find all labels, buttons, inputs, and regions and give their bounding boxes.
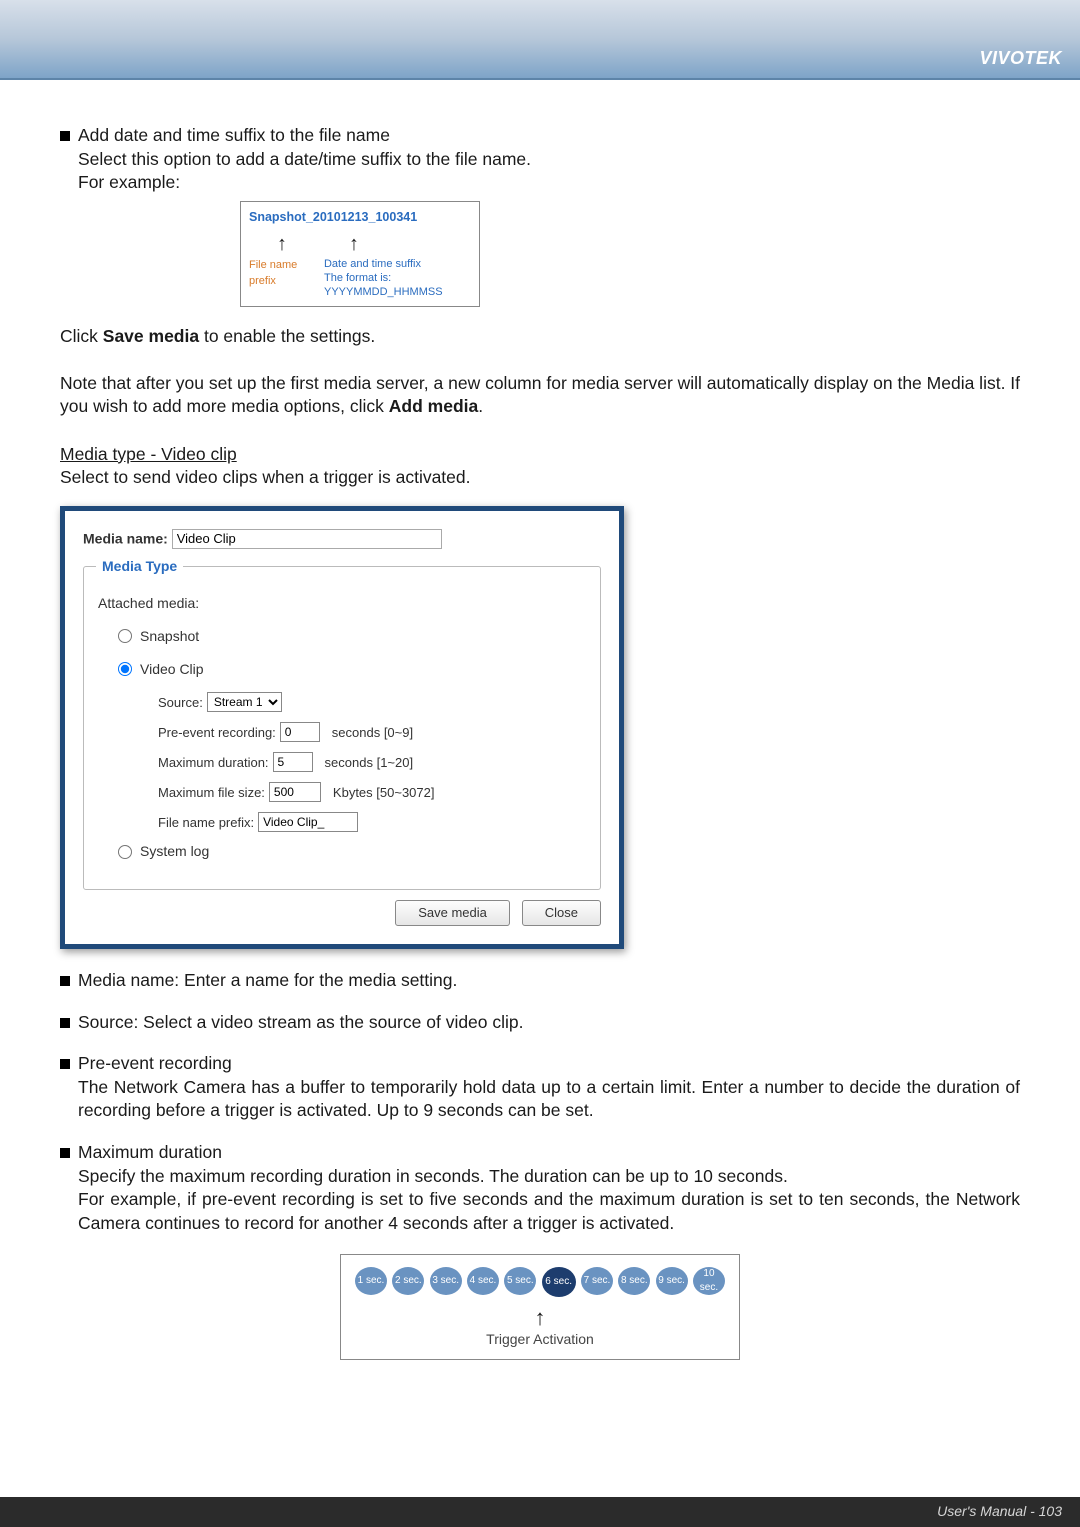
timeline-dot: 8 sec. [618,1267,650,1295]
page-footer: User's Manual - 103 [0,1497,1080,1527]
arrow-up-icon: ↑ [277,229,287,259]
media-type-fieldset: Media Type Attached media: Snapshot Vide… [83,557,601,890]
maxsize-input[interactable] [269,782,321,802]
timeline-diagram: 1 sec.2 sec.3 sec.4 sec.5 sec.6 sec.7 se… [340,1254,740,1361]
lower-bullets: Media name: Enter a name for the media s… [60,969,1020,1236]
timeline-dot: 7 sec. [581,1267,613,1295]
bullet-sub2: For example: [78,171,1020,195]
page-content: Add date and time suffix to the file nam… [0,80,1080,1360]
bullet-icon [60,131,70,141]
prefix-label: File name prefix: [158,814,254,832]
videoclip-details: Source: Stream 1 Pre-event recording: se… [158,692,588,832]
timeline-dot: 3 sec. [430,1267,462,1295]
source-label: Source: [158,694,203,712]
prefix-input[interactable] [258,812,358,832]
radio-snapshot[interactable] [118,629,132,643]
bullet-icon [60,1059,70,1069]
snapshot-filename: Snapshot_20101213_100341 [249,208,471,227]
timeline-dot: 6 sec. [542,1267,576,1297]
note-media-paragraph: Note that after you set up the first med… [60,372,1020,419]
timeline-dot: 1 sec. [355,1267,387,1295]
maxsize-label: Maximum file size: [158,784,265,802]
footer-text: User's Manual - 103 [937,1503,1062,1519]
bullet-add-suffix: Add date and time suffix to the file nam… [60,124,1020,195]
preevent-label: Pre-event recording: [158,724,276,742]
suffix-label: Date and time suffix The format is: YYYY… [324,257,471,300]
maxdur-input[interactable] [273,752,313,772]
close-button[interactable]: Close [522,900,601,926]
attached-media-label: Attached media: [98,594,588,613]
timeline-dot: 4 sec. [467,1267,499,1295]
option-snapshot[interactable]: Snapshot [118,627,588,646]
timeline-dot: 2 sec. [392,1267,424,1295]
bullet-preevent-title: Pre-event recording [78,1052,232,1076]
brand-label: VIVOTEK [979,48,1062,69]
bullet-icon [60,1148,70,1158]
option-videoclip[interactable]: Video Clip [118,660,588,679]
save-media-button[interactable]: Save media [395,900,510,926]
bullet-maxdur-l2: For example, if pre-event recording is s… [78,1188,1020,1235]
media-type-legend: Media Type [96,557,183,576]
media-name-label: Media name: [83,530,168,546]
maxsize-hint: Kbytes [50~3072] [333,784,435,802]
media-settings-panel: Media name: Media Type Attached media: S… [60,506,624,949]
radio-systemlog[interactable] [118,845,132,859]
bullet-media-name: Media name: Enter a name for the media s… [78,969,457,993]
source-select[interactable]: Stream 1 [207,692,282,712]
arrow-up-icon: ↑ [349,229,359,259]
timeline-dot: 10 sec. [693,1267,725,1295]
option-systemlog[interactable]: System log [118,842,588,861]
snapshot-example-box: Snapshot_20101213_100341 ↑ ↑ File name p… [240,201,480,307]
maxdur-label: Maximum duration: [158,754,269,772]
preevent-input[interactable] [280,722,320,742]
bullet-preevent-body: The Network Camera has a buffer to tempo… [78,1076,1020,1123]
option-systemlog-label: System log [140,842,209,861]
preevent-hint: seconds [0~9] [332,724,413,742]
trigger-activation-label: Trigger Activation [355,1330,725,1349]
bullet-icon [60,976,70,986]
bullet-maxdur-l1: Specify the maximum recording duration i… [78,1165,1020,1189]
media-type-heading: Media type - Video clip [60,444,237,464]
timeline-dot: 9 sec. [656,1267,688,1295]
bullet-icon [60,1018,70,1028]
arrow-up-icon: ↑ [355,1303,725,1333]
radio-videoclip[interactable] [118,662,132,676]
page-header: VIVOTEK [0,0,1080,80]
timeline-dot: 5 sec. [504,1267,536,1295]
media-name-input[interactable] [172,529,442,549]
bullet-maxdur-title: Maximum duration [78,1141,222,1165]
maxdur-hint: seconds [1~20] [325,754,414,772]
bullet-sub1: Select this option to add a date/time su… [78,148,1020,172]
bullet-source: Source: Select a video stream as the sou… [78,1011,524,1035]
prefix-label: File name prefix [249,257,310,300]
click-save-paragraph: Click Save media to enable the settings. [60,325,1020,349]
option-snapshot-label: Snapshot [140,627,199,646]
media-type-desc: Select to send video clips when a trigge… [60,466,1020,490]
option-videoclip-label: Video Clip [140,660,204,679]
bullet-text: Add date and time suffix to the file nam… [78,124,390,148]
